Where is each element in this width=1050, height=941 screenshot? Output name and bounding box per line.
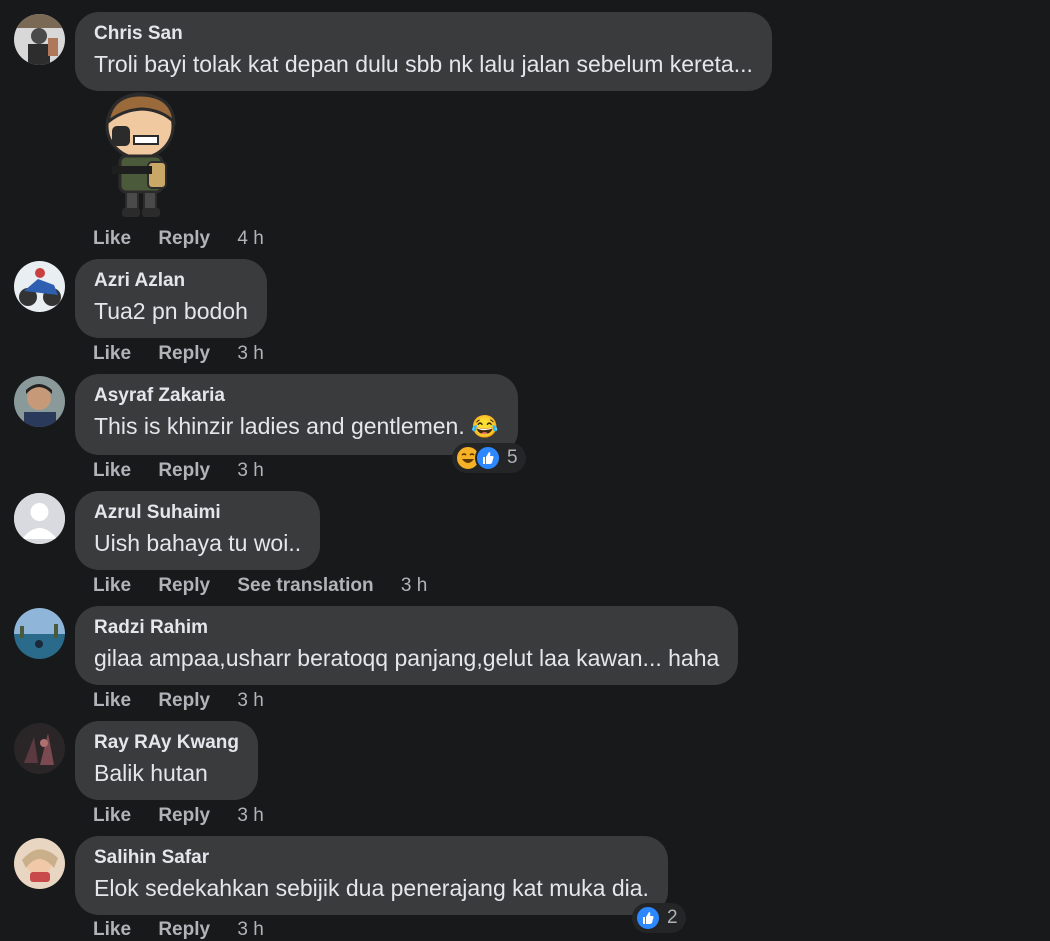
comment-actions: Like Reply 3 h	[93, 343, 264, 365]
comment-timestamp[interactable]: 3 h	[237, 805, 263, 826]
comment-text: This is khinzir ladies and gentlemen. 😂	[94, 411, 499, 442]
comment-text: Balik hutan	[94, 760, 208, 786]
comment-text-body: This is khinzir ladies and gentlemen.	[94, 413, 465, 439]
comment-timestamp[interactable]: 4 h	[237, 228, 263, 249]
like-reaction-icon	[635, 905, 661, 931]
avatar[interactable]	[14, 608, 65, 659]
like-button[interactable]: Like	[93, 575, 131, 596]
like-button[interactable]: Like	[93, 228, 131, 249]
comment-text: Tua2 pn bodoh	[94, 298, 248, 324]
comment-text: Uish bahaya tu woi..	[94, 530, 302, 556]
comment-actions: Like Reply 3 h	[93, 690, 264, 712]
reply-button[interactable]: Reply	[158, 460, 210, 481]
comment-author[interactable]: Chris San	[94, 23, 753, 45]
comment-actions: Like Reply 4 h	[93, 228, 264, 250]
comment-author[interactable]: Azri Azlan	[94, 270, 248, 292]
like-button[interactable]: Like	[93, 460, 131, 481]
reply-button[interactable]: Reply	[158, 690, 210, 711]
comment-timestamp[interactable]: 3 h	[237, 460, 263, 481]
like-button[interactable]: Like	[93, 690, 131, 711]
reply-button[interactable]: Reply	[158, 343, 210, 364]
comment-bubble: Ray RAy Kwang Balik hutan	[75, 721, 258, 800]
reaction-summary[interactable]: 5	[452, 443, 526, 473]
comment-bubble: Chris San Troli bayi tolak kat depan dul…	[75, 12, 772, 91]
reply-button[interactable]: Reply	[158, 805, 210, 826]
comment-bubble: Asyraf Zakaria This is khinzir ladies an…	[75, 374, 518, 455]
comment-text: gilaa ampaa,usharr beratoqq panjang,gelu…	[94, 645, 720, 671]
avatar[interactable]	[14, 14, 65, 65]
comment-timestamp[interactable]: 3 h	[237, 690, 263, 711]
default-avatar-icon	[14, 493, 65, 544]
laughing-emoji: 😂	[471, 414, 499, 439]
comment-timestamp[interactable]: 3 h	[401, 575, 427, 596]
reply-button[interactable]: Reply	[158, 575, 210, 596]
reply-button[interactable]: Reply	[158, 919, 210, 940]
avatar[interactable]	[14, 493, 65, 544]
reply-button[interactable]: Reply	[158, 228, 210, 249]
comment-author[interactable]: Ray RAy Kwang	[94, 732, 239, 754]
comment-timestamp[interactable]: 3 h	[237, 919, 263, 940]
comment-bubble: Radzi Rahim gilaa ampaa,usharr beratoqq …	[75, 606, 739, 685]
comment-author[interactable]: Radzi Rahim	[94, 617, 719, 639]
comment-author[interactable]: Salihin Safar	[94, 847, 649, 869]
comment-text: Troli bayi tolak kat depan dulu sbb nk l…	[94, 51, 753, 77]
reaction-count: 2	[667, 907, 678, 928]
comment-actions: Like Reply 3 h	[93, 460, 264, 482]
avatar[interactable]	[14, 838, 65, 889]
like-button[interactable]: Like	[93, 343, 131, 364]
like-reaction-icon	[475, 445, 501, 471]
like-button[interactable]: Like	[93, 805, 131, 826]
reaction-summary[interactable]: 2	[632, 903, 686, 933]
comment-bubble: Azrul Suhaimi Uish bahaya tu woi..	[75, 491, 321, 570]
avatar[interactable]	[14, 723, 65, 774]
comment-author[interactable]: Asyraf Zakaria	[94, 385, 499, 407]
avatar[interactable]	[14, 376, 65, 427]
comment-actions: Like Reply 3 h	[93, 805, 264, 827]
soldier-sticker	[102, 92, 180, 219]
avatar[interactable]	[14, 261, 65, 312]
comment-author[interactable]: Azrul Suhaimi	[94, 502, 301, 524]
comment-actions: Like Reply See translation 3 h	[93, 575, 427, 597]
comment-timestamp[interactable]: 3 h	[237, 343, 263, 364]
comment-text: Elok sedekahkan sebijik dua penerajang k…	[94, 875, 649, 901]
comment-bubble: Salihin Safar Elok sedekahkan sebijik du…	[75, 836, 668, 915]
see-translation-link[interactable]: See translation	[237, 575, 373, 596]
comment-bubble: Azri Azlan Tua2 pn bodoh	[75, 259, 267, 338]
like-button[interactable]: Like	[93, 919, 131, 940]
reaction-count: 5	[507, 447, 518, 468]
